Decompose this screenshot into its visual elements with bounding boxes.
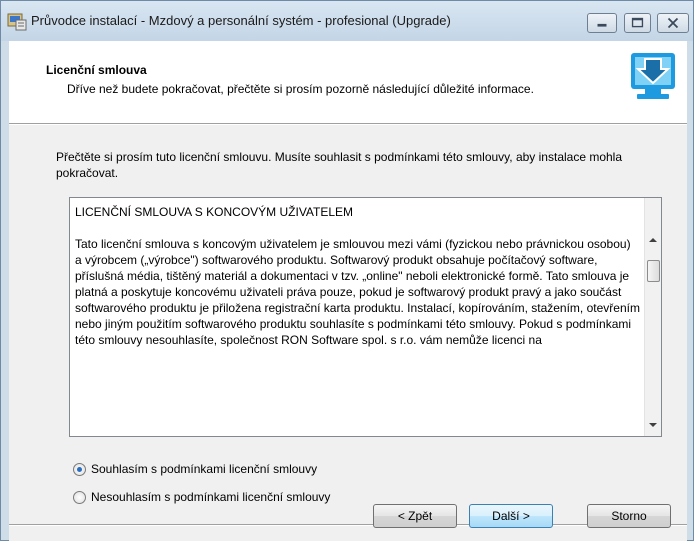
vertical-scrollbar[interactable] [644,198,661,436]
next-button[interactable]: Další > [469,504,553,528]
installer-window: Průvodce instalací - Mzdový a personální… [0,0,694,541]
header-divider [9,123,687,125]
accept-label: Souhlasím s podmínkami licenční smlouvy [91,462,318,476]
decline-label: Nesouhlasím s podmínkami licenční smlouv… [91,490,331,504]
close-icon [667,17,679,29]
wizard-header: Licenční smlouva Dříve než budete pokrač… [9,41,687,123]
window-title: Průvodce instalací - Mzdový a personální… [31,13,451,28]
accept-option[interactable]: Souhlasím s podmínkami licenční smlouvy [73,462,317,476]
wizard-client-area: Licenční smlouva Dříve než budete pokrač… [9,41,687,541]
installer-icon[interactable] [7,11,27,31]
license-body: Tato licenční smlouva s koncovým uživate… [75,237,640,347]
decline-radio[interactable] [73,490,86,504]
footer-divider [9,524,687,526]
license-textbox[interactable]: LICENČNÍ SMLOUVA S KONCOVÝM UŽIVATELEM T… [69,197,662,437]
back-button[interactable]: < Zpět [373,504,457,528]
close-button[interactable] [657,13,689,33]
license-title: LICENČNÍ SMLOUVA S KONCOVÝM UŽIVATELEM [75,205,354,219]
maximize-icon [631,17,644,28]
scroll-up-icon [649,238,657,242]
title-bar[interactable]: Průvodce instalací - Mzdový a personální… [1,1,693,41]
page-title: Licenční smlouva [46,63,147,77]
scroll-down-icon [649,423,657,427]
scroll-down-button[interactable] [645,417,661,434]
intro-text: Přečtěte si prosím tuto licenční smlouvu… [56,150,623,180]
minimize-button[interactable] [587,13,617,33]
cancel-button[interactable]: Storno [587,504,671,528]
scrollbar-thumb[interactable] [647,260,660,282]
decline-option[interactable]: Nesouhlasím s podmínkami licenční smlouv… [73,490,330,504]
page-subtitle: Dříve než budete pokračovat, přečtěte si… [67,82,534,96]
computer-download-icon [629,47,677,101]
minimize-icon [597,23,607,27]
accept-radio[interactable] [73,462,86,476]
license-content: LICENČNÍ SMLOUVA S KONCOVÝM UŽIVATELEM T… [75,204,640,348]
maximize-button[interactable] [624,13,651,33]
scroll-up-button[interactable] [645,231,661,248]
